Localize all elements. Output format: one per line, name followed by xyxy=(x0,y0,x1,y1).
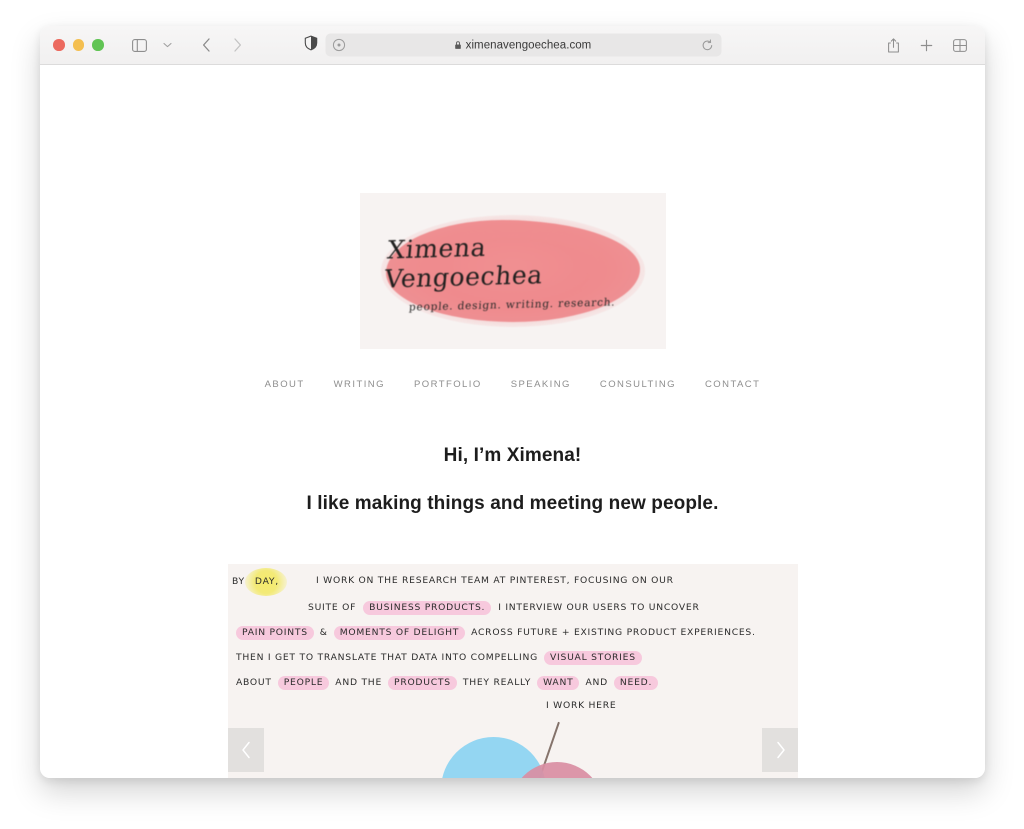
sidebar-controls xyxy=(126,33,181,57)
site-navigation: ABOUT WRITING PORTFOLIO SPEAKING CONSULT… xyxy=(40,379,985,390)
new-tab-icon[interactable] xyxy=(913,33,940,57)
day-highlight: DAY, xyxy=(244,567,287,597)
close-window-button[interactable] xyxy=(53,39,65,51)
handwritten-line-1: I WORK ON THE RESEARCH TEAM AT PINTEREST… xyxy=(236,576,788,601)
line5-text-b: AND THE xyxy=(335,677,383,688)
line2-text-a: SUITE OF xyxy=(308,602,357,613)
line5-highlight-products: PRODUCTS xyxy=(388,676,457,690)
nav-item-contact[interactable]: CONTACT xyxy=(705,379,760,390)
work-here-text: I WORK HERE xyxy=(546,700,617,711)
forward-icon[interactable] xyxy=(224,33,251,57)
privacy-shield-icon[interactable] xyxy=(304,35,317,55)
line5-highlight-need: NEED. xyxy=(613,676,659,690)
carousel-next-button[interactable] xyxy=(762,728,798,772)
logo-name: Ximena Vengoechea xyxy=(382,232,544,294)
line3-ampersand: & xyxy=(319,627,328,638)
lock-icon xyxy=(455,41,462,50)
back-icon[interactable] xyxy=(193,33,220,57)
page-content: Ximena Vengoechea people. design. writin… xyxy=(40,65,985,778)
toolbar-right-actions xyxy=(880,33,973,57)
hero-heading: Hi, I’m Ximena! xyxy=(443,445,582,466)
chevron-down-icon[interactable] xyxy=(154,33,181,57)
share-icon[interactable] xyxy=(880,33,907,57)
address-bar[interactable]: ximenavengoechea.com xyxy=(325,33,721,57)
work-here-annotation: I WORK HERE xyxy=(546,701,616,710)
url-text: ximenavengoechea.com xyxy=(465,39,592,51)
line5-text-c: THEY REALLY xyxy=(462,677,532,688)
line3-highlight-pain-points: PAIN POINTS xyxy=(236,626,314,640)
maximize-window-button[interactable] xyxy=(92,39,104,51)
line3-highlight-moments: MOMENTS OF DELIGHT xyxy=(333,626,466,640)
handwritten-line-3: PAIN POINTS & MOMENTS OF DELIGHT ACROSS … xyxy=(236,626,788,651)
window-controls xyxy=(53,39,104,51)
browser-toolbar: ximenavengoechea.com xyxy=(40,26,985,65)
handwritten-line-2: SUITE OF BUSINESS PRODUCTS. I INTERVIEW … xyxy=(236,601,788,626)
nav-item-portfolio[interactable]: PORTFOLIO xyxy=(414,379,482,390)
line3-text-b: ACROSS FUTURE + EXISTING PRODUCT EXPERIE… xyxy=(471,627,756,638)
logo-tagline: people. design. writing. research. xyxy=(408,295,617,314)
nav-item-writing[interactable]: WRITING xyxy=(334,379,385,390)
hero-section: Hi, I’m Ximena! I like making things and… xyxy=(40,445,985,515)
line4-text-a: THEN I GET TO TRANSLATE THAT DATA INTO C… xyxy=(236,652,538,663)
handwritten-line-4: THEN I GET TO TRANSLATE THAT DATA INTO C… xyxy=(236,651,788,676)
carousel-slide: BY DAY, I WORK ON THE RESEARCH TEAM AT P… xyxy=(228,564,798,778)
venn-diagram: UX xyxy=(228,714,798,778)
line5-text-a: ABOUT xyxy=(236,677,272,688)
address-bar-region: ximenavengoechea.com xyxy=(304,33,721,57)
minimize-window-button[interactable] xyxy=(72,39,84,51)
sidebar-toggle-icon[interactable] xyxy=(126,33,153,57)
line2-text-b: I INTERVIEW OUR USERS TO UNCOVER xyxy=(498,602,700,613)
logo-watercolor-blob: Ximena Vengoechea people. design. writin… xyxy=(380,215,645,327)
carousel-prev-button[interactable] xyxy=(228,728,264,772)
browser-window: ximenavengoechea.com Ximena Vengoechea p… xyxy=(40,26,985,778)
line2-highlight: BUSINESS PRODUCTS. xyxy=(363,601,492,615)
navigation-controls xyxy=(193,33,251,57)
tab-overview-icon[interactable] xyxy=(946,33,973,57)
page-settings-icon[interactable] xyxy=(332,38,345,52)
line5-text-d: AND xyxy=(585,677,608,688)
hero-subheading: I like making things and meeting new peo… xyxy=(306,493,719,514)
hero-carousel: BY DAY, I WORK ON THE RESEARCH TEAM AT P… xyxy=(228,564,798,778)
day-highlight-text: DAY, xyxy=(254,576,279,587)
line4-highlight: VISUAL STORIES xyxy=(544,651,642,665)
line5-highlight-want: WANT xyxy=(537,676,580,690)
site-logo[interactable]: Ximena Vengoechea people. design. writin… xyxy=(359,193,666,349)
line1-text: I WORK ON THE RESEARCH TEAM AT PINTEREST… xyxy=(316,575,674,586)
nav-item-consulting[interactable]: CONSULTING xyxy=(600,379,676,390)
handwritten-paragraph: I WORK ON THE RESEARCH TEAM AT PINTEREST… xyxy=(236,576,788,701)
handwritten-line-5: ABOUT PEOPLE AND THE PRODUCTS THEY REALL… xyxy=(236,676,788,701)
reload-icon[interactable] xyxy=(701,39,713,51)
line5-highlight-people: PEOPLE xyxy=(277,676,330,690)
nav-item-speaking[interactable]: SPEAKING xyxy=(511,379,571,390)
url-display[interactable]: ximenavengoechea.com xyxy=(325,39,721,51)
nav-item-about[interactable]: ABOUT xyxy=(265,379,305,390)
